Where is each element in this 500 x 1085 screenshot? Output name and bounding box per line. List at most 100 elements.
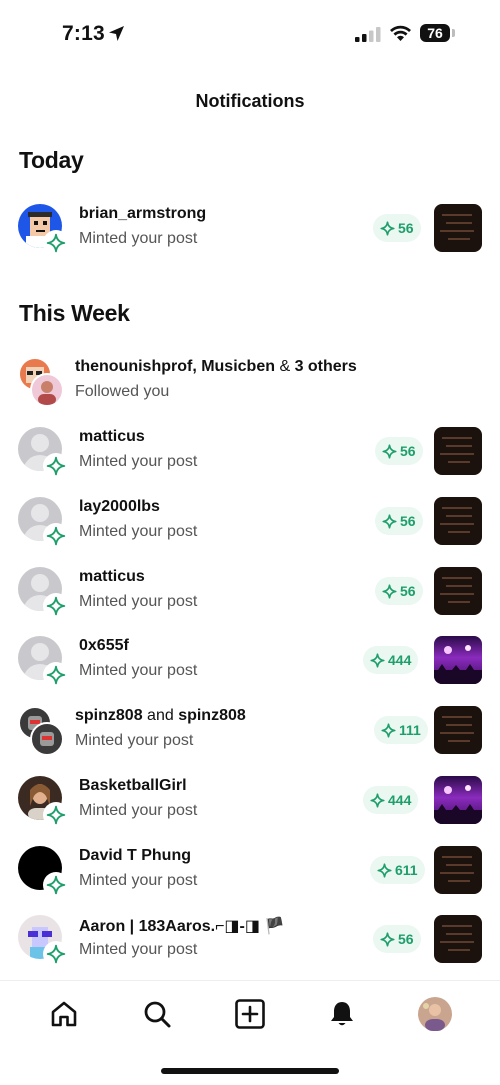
mint-count: 56 [400,583,416,599]
notification-row[interactable]: lay2000lbs Minted your post 56 [0,497,500,559]
sparkle-icon [370,652,385,668]
mint-count-pill: 56 [375,577,423,605]
notification-row[interactable]: Aaron | 183Aaros.⌐◨-◨ 🏴 Minted your post… [0,915,500,977]
notification-usernames[interactable]: spinz808 and spinz808 [75,707,246,725]
battery-indicator: 76 [420,24,456,42]
sparkle-icon [46,665,66,685]
sparkle-icon [46,875,66,895]
post-thumbnail[interactable] [434,204,482,252]
cellular-signal-icon [355,27,381,42]
notification-username[interactable]: BasketballGirl [79,777,187,795]
mint-count-pill: 56 [373,925,421,953]
notification-action: Minted your post [79,872,198,889]
username[interactable]: spinz808 [75,707,143,724]
wifi-icon [390,25,411,41]
sparkle-icon [370,792,385,808]
tab-profile[interactable] [417,996,453,1032]
home-icon [51,1001,77,1027]
post-thumbnail[interactable] [434,915,482,963]
username[interactable]: spinz808 [178,707,246,724]
section-heading-today: Today [19,147,84,173]
mint-count-pill: 444 [363,786,419,814]
post-thumbnail[interactable] [434,427,482,475]
connector-text: & [275,358,295,375]
others-count[interactable]: 3 others [295,358,357,375]
sparkle-icon [46,805,66,825]
notification-username[interactable]: matticus [79,428,145,446]
notification-action: Minted your post [75,732,194,749]
mint-badge [43,593,69,619]
mint-badge [43,453,69,479]
sparkle-icon [382,443,397,459]
notification-row[interactable]: BasketballGirl Minted your post 444 [0,776,500,838]
notification-username[interactable]: matticus [79,568,145,586]
user-avatar[interactable] [30,373,64,407]
notification-row[interactable]: David T Phung Minted your post 611 [0,846,500,908]
sparkle-icon [46,233,66,253]
concert-image [434,785,482,824]
notification-usernames[interactable]: thenounishprof, Musicben & 3 others [75,358,357,376]
status-bar: 7:13 76 [0,0,500,66]
sparkle-icon [46,526,66,546]
status-time: 7:13 [62,22,105,45]
mint-badge [43,872,69,898]
notification-username[interactable]: lay2000lbs [79,498,160,516]
sparkle-icon [381,722,396,738]
notification-row[interactable]: thenounishprof, Musicben & 3 others Foll… [0,357,500,419]
sparkle-icon [46,456,66,476]
mint-count-pill: 444 [363,646,419,674]
search-icon [144,1001,171,1028]
post-thumbnail[interactable] [434,776,482,824]
profile-avatar [418,997,452,1031]
mint-badge [43,230,69,256]
mint-badge [43,662,69,688]
notification-action: Minted your post [79,802,198,819]
mint-count: 56 [400,513,416,529]
notification-username[interactable]: David T Phung [79,847,191,865]
page-title: Notifications [195,91,305,111]
create-icon [235,999,265,1029]
sparkle-icon [46,596,66,616]
connector-text: and [142,707,179,724]
mint-count: 56 [398,220,414,236]
tab-notifications[interactable] [324,996,360,1032]
post-thumbnail[interactable] [434,636,482,684]
post-thumbnail[interactable] [434,567,482,615]
mint-count: 444 [388,792,412,808]
post-thumbnail[interactable] [434,706,482,754]
mint-count-pill: 111 [374,716,428,744]
mint-count: 111 [399,722,421,738]
mint-badge [43,523,69,549]
mint-count: 444 [388,652,412,668]
user-avatar[interactable] [30,722,64,756]
notification-row[interactable]: 0x655f Minted your post 444 [0,636,500,698]
post-thumbnail[interactable] [434,497,482,545]
username-group[interactable]: thenounishprof, Musicben [75,358,275,375]
tab-create[interactable] [232,996,268,1032]
notification-row[interactable]: matticus Minted your post 56 [0,427,500,489]
tab-search[interactable] [139,996,175,1032]
sparkle-icon [377,862,392,878]
notification-action: Minted your post [79,941,198,958]
notification-username[interactable]: 0x655f [79,637,129,655]
notification-row[interactable]: matticus Minted your post 56 [0,567,500,629]
notification-row[interactable]: brian_armstrong Minted your post 56 [0,204,500,266]
mint-badge [43,941,69,967]
notification-action: Minted your post [79,662,198,679]
sparkle-icon [380,220,395,236]
mint-count-pill: 56 [375,507,423,535]
notification-action: Followed you [75,383,170,400]
notification-username[interactable]: brian_armstrong [79,205,206,223]
notification-username[interactable]: Aaron | 183Aaros.⌐◨-◨ 🏴 [79,916,284,936]
mint-count: 611 [395,862,418,878]
mint-count: 56 [398,931,414,947]
photo-avatar-icon [38,381,56,405]
section-heading-this-week: This Week [19,300,130,326]
tab-home[interactable] [46,996,82,1032]
sparkle-icon [382,513,397,529]
mint-badge [43,802,69,828]
notification-row[interactable]: spinz808 and spinz808 Minted your post 1… [0,706,500,768]
post-thumbnail[interactable] [434,846,482,894]
battery-tip [452,29,455,37]
location-arrow-icon [109,26,124,41]
